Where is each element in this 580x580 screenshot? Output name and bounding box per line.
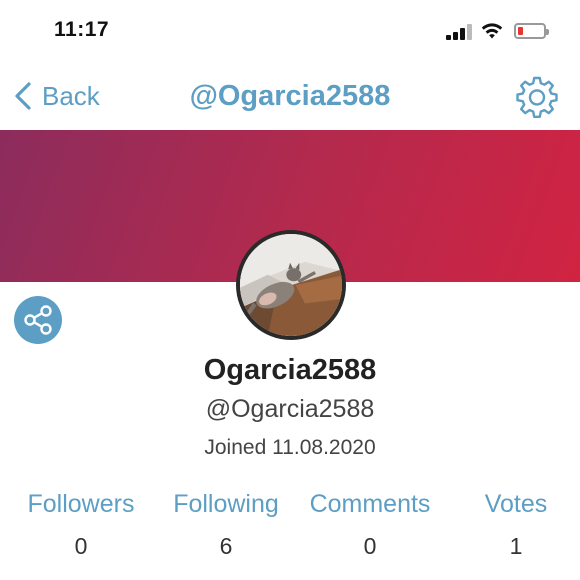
gear-icon[interactable] [515, 74, 559, 118]
status-time: 11:17 [54, 18, 110, 41]
page-title: @Ogarcia2588 [189, 80, 391, 112]
votes-label: Votes [484, 490, 548, 518]
status-bar: 11:17 [0, 0, 580, 62]
avatar [236, 230, 346, 340]
comments-label: Comments [309, 490, 431, 518]
nav-bar: Back @Ogarcia2588 [0, 62, 580, 130]
display-name: Ogarcia2588 [203, 354, 377, 386]
avatar-photo [240, 234, 342, 336]
joined-date: Joined 11.08.2020 [204, 436, 376, 459]
comments-stat[interactable]: Comments 0 [296, 490, 444, 560]
share-button[interactable] [14, 296, 62, 344]
votes-count: 1 [509, 533, 523, 559]
battery-icon [514, 23, 549, 39]
following-count: 6 [219, 533, 233, 559]
share-icon [24, 305, 52, 335]
user-handle: @Ogarcia2588 [205, 395, 375, 423]
followers-label: Followers [27, 490, 135, 518]
wifi-icon [481, 23, 503, 39]
followers-stat[interactable]: Followers 0 [18, 490, 144, 560]
votes-stat[interactable]: Votes 1 [476, 490, 556, 560]
followers-count: 0 [74, 533, 88, 559]
comments-count: 0 [363, 533, 377, 559]
cellular-signal-icon [446, 24, 472, 40]
following-stat[interactable]: Following 6 [160, 490, 292, 560]
following-label: Following [173, 490, 279, 518]
